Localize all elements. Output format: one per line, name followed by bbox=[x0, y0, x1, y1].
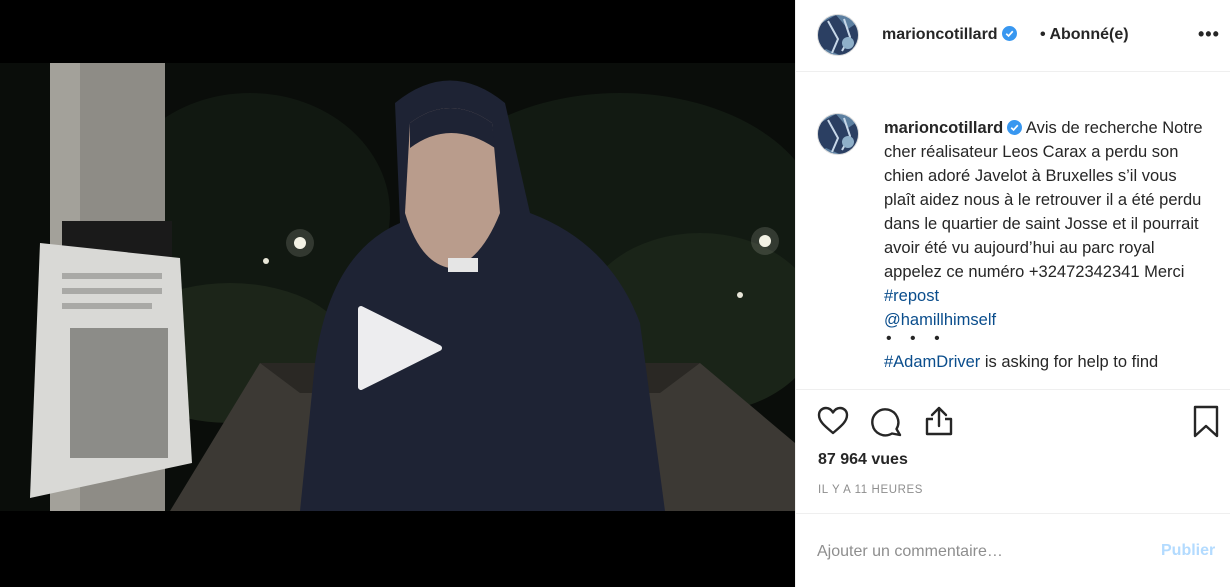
caption-ellipsis: • • • bbox=[886, 330, 947, 347]
comment-bubble-icon[interactable] bbox=[869, 404, 903, 438]
share-icon[interactable] bbox=[922, 404, 956, 438]
post-caption: marioncotillard Avis de recherche Notre … bbox=[884, 116, 1209, 374]
verified-badge-icon bbox=[1001, 26, 1017, 41]
caption-text: Avis de recherche Notre cher réalisateur… bbox=[884, 119, 1203, 281]
heart-icon[interactable] bbox=[816, 404, 850, 438]
comments-section[interactable]: marioncotillard Avis de recherche Notre … bbox=[796, 73, 1230, 389]
publish-button[interactable]: Publier bbox=[1161, 542, 1215, 560]
avatar[interactable] bbox=[817, 14, 859, 56]
follow-status[interactable]: • Abonné(e) bbox=[1040, 26, 1129, 44]
more-options-button[interactable]: ••• bbox=[1198, 24, 1220, 45]
bookmark-icon[interactable] bbox=[1189, 404, 1223, 438]
comment-input[interactable] bbox=[817, 538, 1137, 566]
video-pane bbox=[0, 0, 795, 587]
mention-link[interactable]: @hamillhimself bbox=[884, 311, 996, 329]
post-sidebar: marioncotillard • Abonné(e) ••• marionco… bbox=[795, 0, 1230, 587]
comment-form: Publier bbox=[796, 513, 1230, 587]
video-player[interactable] bbox=[0, 63, 795, 511]
username-link[interactable]: marioncotillard bbox=[882, 26, 1017, 44]
post-timestamp[interactable]: IL Y A 11 HEURES bbox=[818, 484, 923, 496]
hashtag-link[interactable]: #AdamDriver bbox=[884, 353, 980, 371]
view-count[interactable]: 87 964 vues bbox=[818, 451, 908, 469]
caption-continuation: is asking for help to find bbox=[980, 353, 1159, 371]
video-thumbnail bbox=[0, 63, 795, 511]
post-header: marioncotillard • Abonné(e) ••• bbox=[796, 0, 1230, 72]
hashtag-link[interactable]: #repost bbox=[884, 287, 939, 305]
verified-badge-icon bbox=[1007, 120, 1023, 135]
play-icon[interactable] bbox=[355, 303, 445, 393]
caption-username[interactable]: marioncotillard bbox=[884, 119, 1023, 137]
action-bar bbox=[796, 389, 1230, 445]
caption-avatar[interactable] bbox=[817, 113, 859, 155]
